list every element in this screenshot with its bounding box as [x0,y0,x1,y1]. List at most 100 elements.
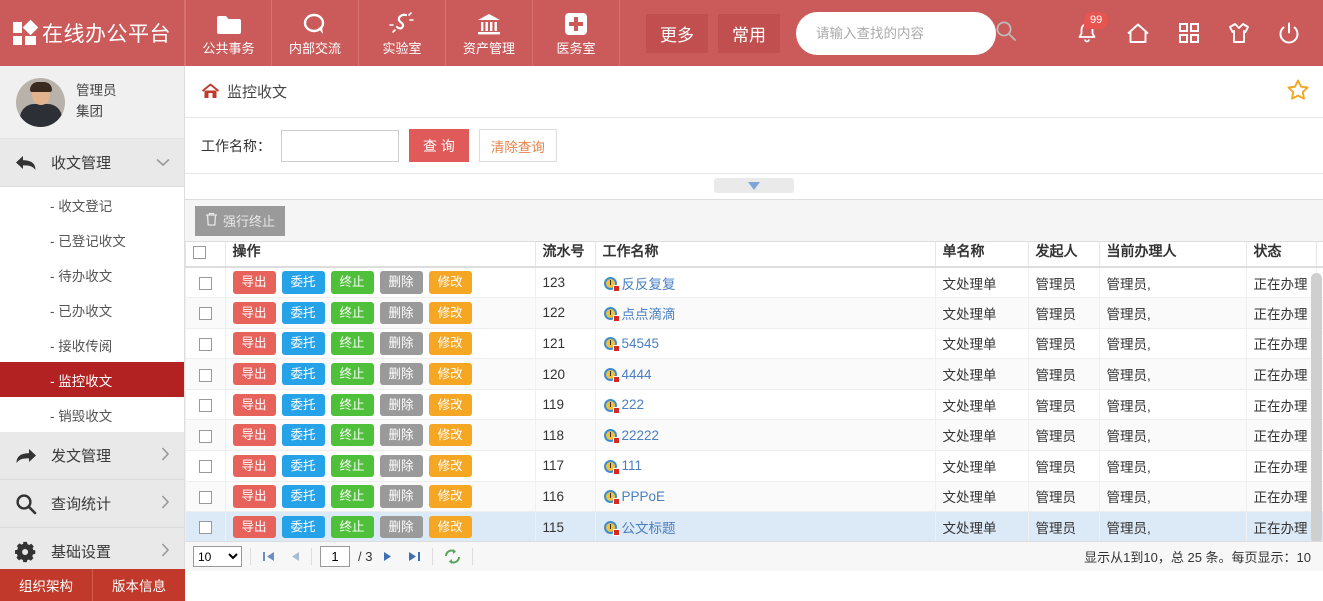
row-action-委托[interactable]: 委托 [281,393,325,416]
sidebar-item-monitor-docs[interactable]: - 监控收文 [0,362,184,397]
row-checkbox-cell[interactable] [185,481,226,513]
home-icon[interactable] [201,83,220,100]
table-row[interactable]: 8导出委托终止删除修改116PPPoE文处理单管理员管理员,正在办理 [185,481,1323,513]
row-starter[interactable]: 管理员 [1028,511,1100,543]
row-action-委托[interactable]: 委托 [281,515,325,539]
sidebar-item-destroy-docs[interactable]: - 销毁收文 [0,397,184,432]
sidebar-group-query-stats[interactable]: 查询统计 [0,480,184,528]
row-starter[interactable]: 管理员 [1028,297,1100,329]
row-action-导出[interactable]: 导出 [232,393,276,416]
row-action-删除[interactable]: 删除 [379,454,423,477]
row-checkbox[interactable] [198,521,212,535]
row-action-删除[interactable]: 删除 [379,393,423,416]
power-icon[interactable] [1277,21,1301,46]
table-row[interactable]: 5导出委托终止删除修改119222文处理单管理员管理员,正在办理 [185,389,1323,421]
user-profile[interactable]: 管理员 集团 [0,66,184,139]
nav-item-public-affairs[interactable]: 公共事务 [185,0,272,66]
row-work-name[interactable]: PPPoE [595,481,936,513]
table-row[interactable]: 9导出委托终止删除修改115公文标题文处理单管理员管理员,正在办理 [185,511,1323,543]
apps-grid-icon[interactable] [1177,21,1201,45]
row-work-name[interactable]: 反反复复 [595,267,936,299]
vertical-scroll-thumb[interactable] [1311,273,1322,543]
vertical-scrollbar[interactable] [1311,273,1322,557]
row-work-name[interactable]: 222 [595,389,936,421]
row-checkbox-cell[interactable] [185,267,226,299]
row-checkbox-cell[interactable] [185,419,226,452]
table-row[interactable]: 6导出委托终止删除修改11822222文处理单管理员管理员,正在办理 [185,419,1323,452]
row-action-修改[interactable]: 修改 [428,485,472,508]
row-action-修改[interactable]: 修改 [428,393,472,416]
row-action-修改[interactable]: 修改 [428,515,472,539]
page-size-select[interactable]: 102050100 [193,546,242,567]
row-checkbox[interactable] [198,490,212,504]
work-name-input[interactable] [281,129,399,162]
row-action-删除[interactable]: 删除 [379,515,423,539]
row-checkbox[interactable] [198,429,212,443]
version-info-button[interactable]: 版本信息 [93,569,185,601]
row-action-委托[interactable]: 委托 [281,454,325,477]
first-page-icon[interactable] [259,550,278,563]
nav-item-medical-office[interactable]: 医务室 [533,0,620,66]
row-starter[interactable]: 管理员 [1028,481,1100,513]
row-action-终止[interactable]: 终止 [330,393,374,416]
row-action-委托[interactable]: 委托 [281,362,325,386]
table-row[interactable]: 2导出委托终止删除修改122点点滴滴文处理单管理员管理员,正在办理 [185,297,1323,329]
common-button[interactable]: 常用 [718,13,780,53]
force-terminate-button[interactable]: 强行终止 [195,205,286,236]
sidebar-item-registered-docs[interactable]: - 已登记收文 [0,222,184,257]
row-action-导出[interactable]: 导出 [232,271,276,294]
row-action-委托[interactable]: 委托 [281,271,325,294]
row-action-修改[interactable]: 修改 [428,332,472,355]
row-action-删除[interactable]: 删除 [379,271,423,294]
row-checkbox[interactable] [198,460,212,474]
row-action-终止[interactable]: 终止 [330,515,374,539]
query-button[interactable]: 查 询 [409,129,469,162]
last-page-icon[interactable] [405,550,424,563]
row-starter[interactable]: 管理员 [1028,389,1100,421]
row-starter[interactable]: 管理员 [1028,450,1100,482]
row-work-name[interactable]: 111 [595,450,936,482]
row-work-name[interactable]: 公文标题 [595,511,936,543]
row-action-导出[interactable]: 导出 [232,424,276,447]
star-icon[interactable] [1287,79,1309,105]
row-action-修改[interactable]: 修改 [428,301,472,325]
row-action-终止[interactable]: 终止 [330,454,374,477]
row-action-导出[interactable]: 导出 [232,515,276,539]
sidebar-item-pending-docs[interactable]: - 待办收文 [0,257,184,292]
next-page-icon[interactable] [380,550,397,563]
row-starter[interactable]: 管理员 [1028,267,1100,299]
row-work-name[interactable]: 22222 [595,419,936,452]
sidebar-item-received-circulation[interactable]: - 接收传阅 [0,327,184,362]
table-row[interactable]: 4导出委托终止删除修改1204444文处理单管理员管理员,正在办理 [185,358,1323,390]
row-checkbox[interactable] [198,368,212,382]
row-work-name[interactable]: 54545 [595,328,936,360]
row-action-委托[interactable]: 委托 [281,301,325,325]
row-checkbox-cell[interactable] [185,328,226,360]
row-checkbox-cell[interactable] [185,511,226,543]
global-search[interactable] [796,11,1016,55]
row-action-删除[interactable]: 删除 [379,424,423,447]
row-action-删除[interactable]: 删除 [379,301,423,325]
row-starter[interactable]: 管理员 [1028,358,1100,390]
clear-query-button[interactable]: 清除查询 [478,129,557,162]
row-checkbox-cell[interactable] [185,389,226,421]
row-action-导出[interactable]: 导出 [232,332,276,355]
nav-item-internal-comm[interactable]: 内部交流 [272,0,359,66]
row-action-终止[interactable]: 终止 [330,362,374,386]
search-icon[interactable] [995,20,1017,47]
row-checkbox-cell[interactable] [185,358,226,390]
select-all-checkbox[interactable] [192,245,206,259]
row-action-删除[interactable]: 删除 [379,485,423,508]
refresh-icon[interactable] [441,549,464,564]
row-work-name[interactable]: 点点滴滴 [595,297,936,329]
row-action-删除[interactable]: 删除 [379,332,423,355]
row-checkbox[interactable] [198,399,212,413]
org-structure-button[interactable]: 组织架构 [0,569,93,601]
row-starter[interactable]: 管理员 [1028,328,1100,360]
app-brand[interactable]: 在线办公平台 [0,0,185,66]
row-action-修改[interactable]: 修改 [428,424,472,447]
row-action-删除[interactable]: 删除 [379,362,423,386]
nav-item-lab[interactable]: 实验室 [359,0,446,66]
shirt-icon[interactable] [1227,21,1251,46]
collapse-toggle-button[interactable] [714,178,794,193]
